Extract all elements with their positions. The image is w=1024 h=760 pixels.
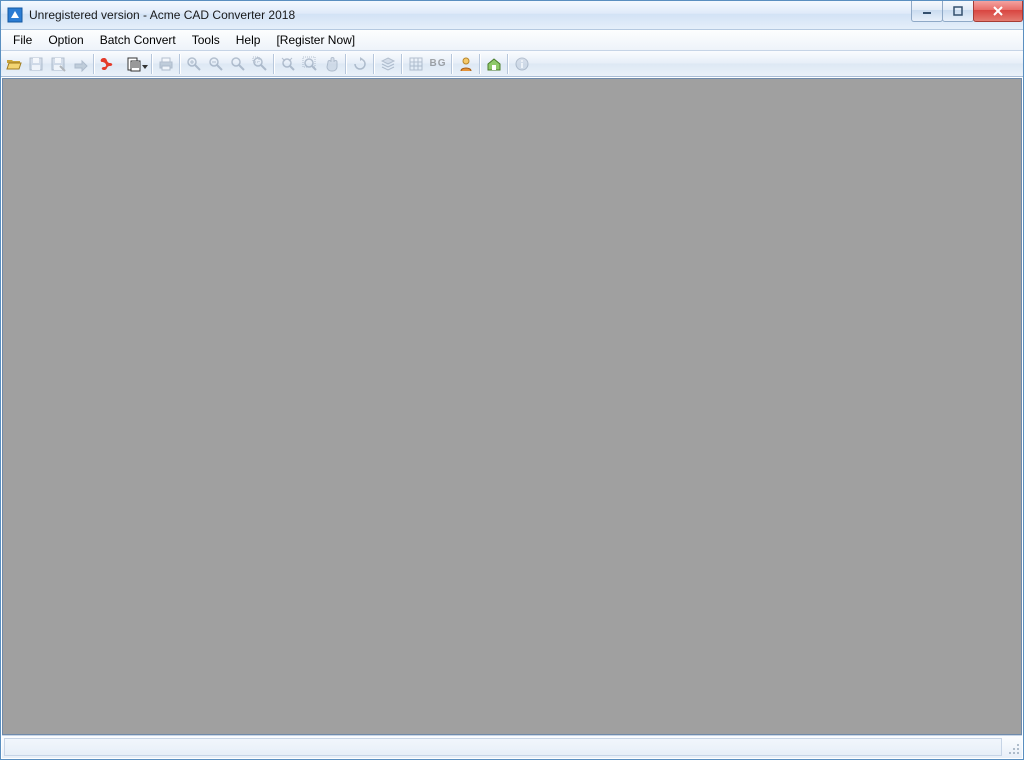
- toolbar-separator: [345, 54, 347, 74]
- menu-register-now[interactable]: [Register Now]: [268, 31, 363, 49]
- open-button[interactable]: [3, 53, 25, 75]
- pan-icon: [324, 56, 340, 72]
- open-icon: [6, 56, 22, 72]
- toolbar-separator: [373, 54, 375, 74]
- menu-tools[interactable]: Tools: [184, 31, 228, 49]
- layers-icon: [380, 56, 396, 72]
- zoom-button[interactable]: [227, 53, 249, 75]
- grid-icon: [408, 56, 424, 72]
- menu-option[interactable]: Option: [40, 31, 91, 49]
- toolbar-separator: [179, 54, 181, 74]
- maximize-icon: [953, 6, 963, 16]
- convert-icon: [126, 56, 142, 72]
- print-button[interactable]: [155, 53, 177, 75]
- toolbar-separator: [93, 54, 95, 74]
- resize-grip-icon: [1006, 741, 1020, 755]
- about-button[interactable]: [511, 53, 533, 75]
- menu-help[interactable]: Help: [228, 31, 269, 49]
- about-icon: [514, 56, 530, 72]
- statusbar: [2, 735, 1022, 758]
- zoom-extents-button[interactable]: [277, 53, 299, 75]
- export-button[interactable]: [69, 53, 91, 75]
- grid-button[interactable]: [405, 53, 427, 75]
- maximize-button[interactable]: [942, 1, 974, 22]
- toolbar: BG: [1, 51, 1023, 77]
- menu-batch-convert[interactable]: Batch Convert: [92, 31, 184, 49]
- zoom-selection-icon: [302, 56, 318, 72]
- workspace[interactable]: [2, 78, 1022, 735]
- pan-button[interactable]: [321, 53, 343, 75]
- titlebar[interactable]: Unregistered version - Acme CAD Converte…: [1, 1, 1023, 30]
- save-button[interactable]: [25, 53, 47, 75]
- pdf-icon: [100, 56, 116, 72]
- toolbar-separator: [401, 54, 403, 74]
- bg-button[interactable]: BG: [427, 53, 449, 75]
- toolbar-separator: [151, 54, 153, 74]
- rotate-button[interactable]: [349, 53, 371, 75]
- minimize-button[interactable]: [911, 1, 943, 22]
- close-icon: [992, 6, 1004, 16]
- home-icon: [486, 56, 502, 72]
- rotate-icon: [352, 56, 368, 72]
- zoom-window-icon: [252, 56, 268, 72]
- home-button[interactable]: [483, 53, 505, 75]
- export-icon: [72, 56, 88, 72]
- toolbar-separator: [479, 54, 481, 74]
- zoom-selection-button[interactable]: [299, 53, 321, 75]
- chevron-down-icon: [142, 65, 148, 69]
- minimize-icon: [922, 6, 932, 16]
- zoom-icon: [230, 56, 246, 72]
- save-icon: [28, 56, 44, 72]
- toolbar-separator: [507, 54, 509, 74]
- user-button[interactable]: [455, 53, 477, 75]
- app-window: Unregistered version - Acme CAD Converte…: [0, 0, 1024, 760]
- bg-icon: BG: [430, 58, 447, 69]
- status-text: [4, 738, 1002, 756]
- zoom-window-button[interactable]: [249, 53, 271, 75]
- close-button[interactable]: [973, 1, 1023, 22]
- resize-grip[interactable]: [1004, 739, 1020, 755]
- toolbar-separator: [451, 54, 453, 74]
- convert-button[interactable]: [119, 53, 149, 75]
- zoom-in-button[interactable]: [183, 53, 205, 75]
- print-icon: [158, 56, 174, 72]
- pdf-button[interactable]: [97, 53, 119, 75]
- toolbar-separator: [273, 54, 275, 74]
- app-icon: [7, 7, 23, 23]
- menubar: File Option Batch Convert Tools Help [Re…: [1, 30, 1023, 51]
- save-as-button[interactable]: [47, 53, 69, 75]
- window-controls: [912, 1, 1023, 21]
- layers-button[interactable]: [377, 53, 399, 75]
- window-title: Unregistered version - Acme CAD Converte…: [29, 8, 295, 22]
- zoom-in-icon: [186, 56, 202, 72]
- save-as-icon: [50, 56, 66, 72]
- zoom-extents-icon: [280, 56, 296, 72]
- workspace-container: [1, 77, 1023, 759]
- menu-file[interactable]: File: [5, 31, 40, 49]
- zoom-out-button[interactable]: [205, 53, 227, 75]
- zoom-out-icon: [208, 56, 224, 72]
- user-icon: [458, 56, 474, 72]
